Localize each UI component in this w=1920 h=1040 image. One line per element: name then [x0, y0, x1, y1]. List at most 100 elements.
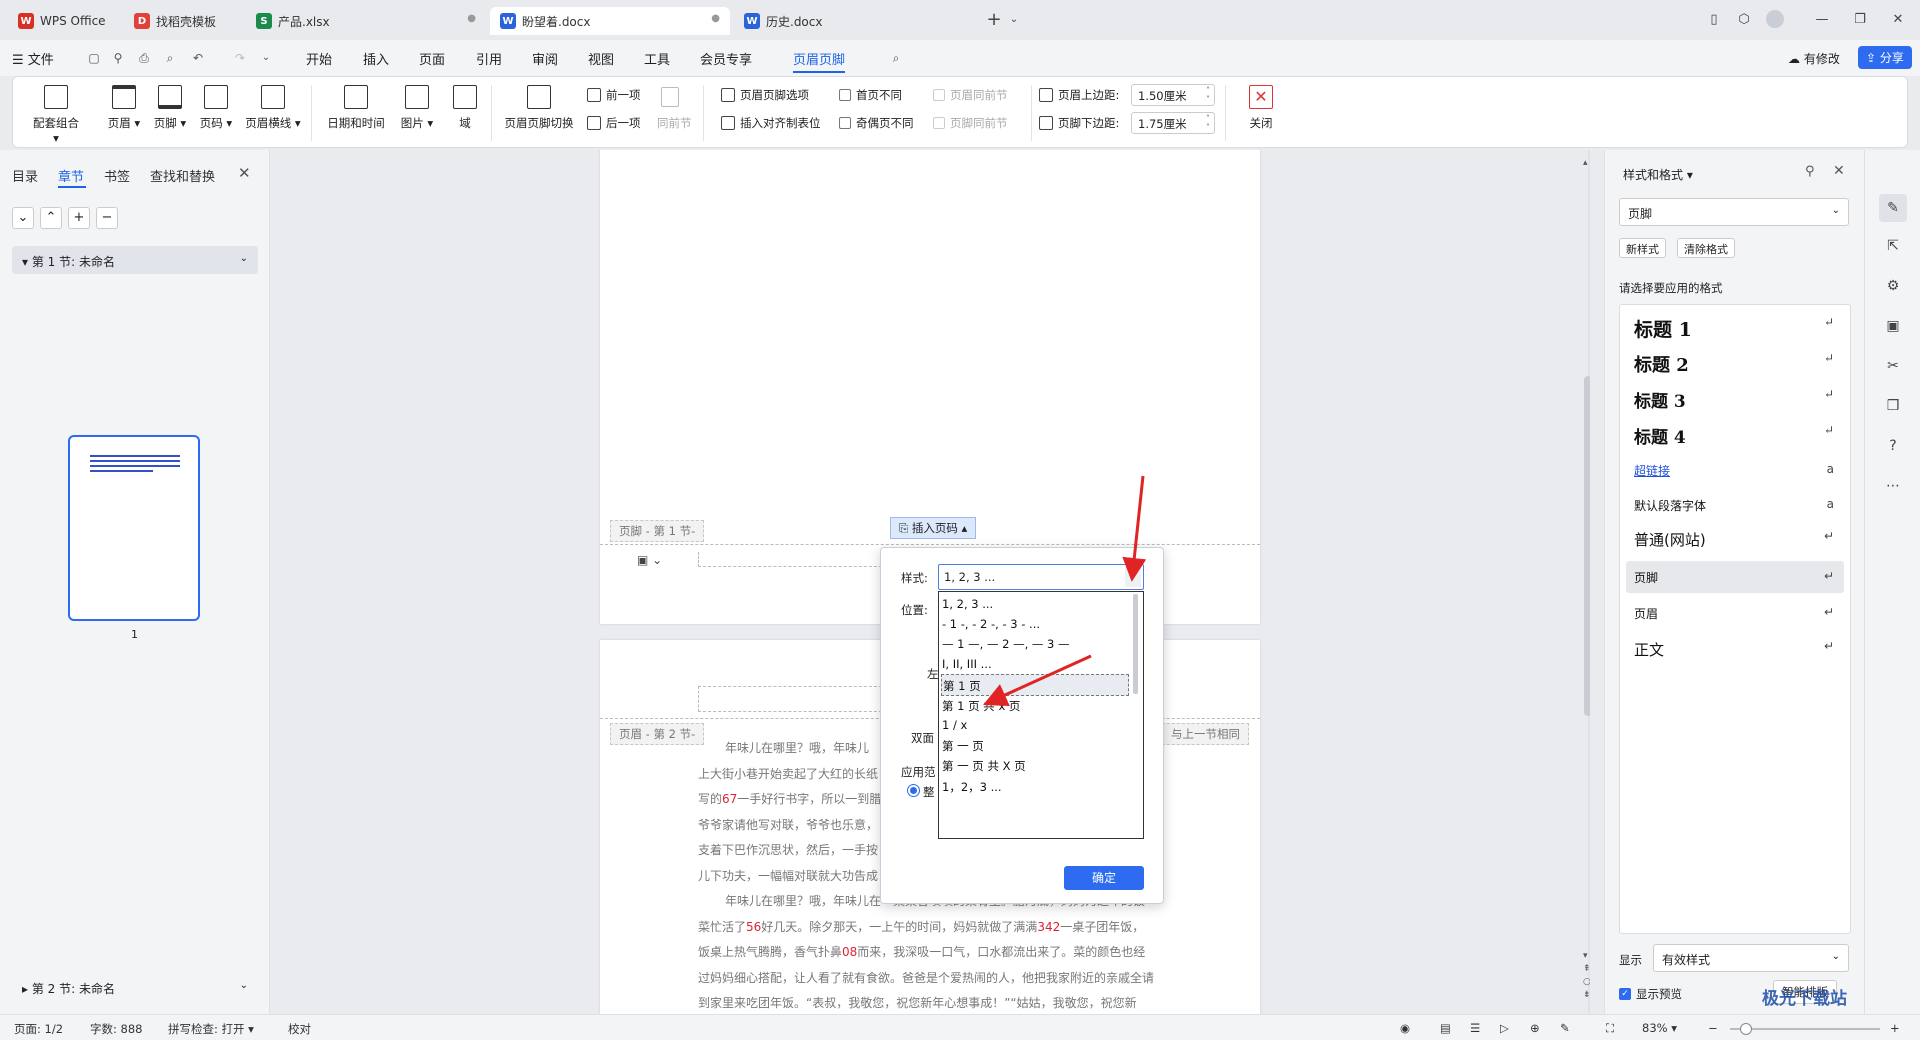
- checkbox[interactable]: [839, 117, 851, 129]
- menu-start[interactable]: 开始: [306, 49, 332, 68]
- option-emdash[interactable]: — 1 —, — 2 —, — 3 —: [941, 634, 1129, 656]
- insert-page-number-button[interactable]: ⎘ 插入页码 ▴: [890, 517, 977, 539]
- restore-icon[interactable]: ❐: [1850, 10, 1870, 30]
- tab-history-docx[interactable]: W 历史.docx: [734, 7, 974, 35]
- panel-title[interactable]: 样式和格式 ▾: [1623, 166, 1693, 183]
- more-icon[interactable]: ⋯: [1883, 476, 1903, 496]
- section-2-header[interactable]: ▸ 第 2 节: 未命名 ⌄: [12, 973, 258, 1001]
- picture-button[interactable]: 图片 ▾: [395, 85, 439, 131]
- modified-status[interactable]: ☁ 有修改: [1788, 50, 1840, 67]
- new-style-button[interactable]: 新样式: [1619, 238, 1666, 258]
- zoom-out-icon[interactable]: −: [1708, 1021, 1718, 1035]
- new-tab-icon[interactable]: +: [984, 10, 1004, 30]
- clear-format-button[interactable]: 清除格式: [1677, 238, 1735, 258]
- current-style-select[interactable]: 页脚 ⌄: [1619, 198, 1849, 226]
- select-cursor-icon[interactable]: ⇱: [1883, 236, 1903, 256]
- header-button[interactable]: 页眉 ▾: [101, 85, 147, 131]
- print-icon[interactable]: ⎙: [136, 50, 152, 66]
- tab-template[interactable]: D 找稻壳模板: [124, 7, 242, 35]
- menu-header-footer[interactable]: 页眉页脚: [793, 49, 845, 68]
- spinner-icon[interactable]: ˄ ˅: [1206, 114, 1210, 132]
- option-dash[interactable]: - 1 -, - 2 -, - 3 - ...: [941, 614, 1129, 636]
- proofread[interactable]: 校对: [288, 1021, 311, 1037]
- tools-icon[interactable]: ✂: [1883, 356, 1903, 376]
- search-icon[interactable]: ⌕: [888, 50, 904, 66]
- pin-icon[interactable]: ⚲: [1805, 164, 1815, 179]
- option-1-2-3[interactable]: 1, 2, 3 ...: [941, 594, 1129, 616]
- minimize-icon[interactable]: —: [1812, 10, 1832, 30]
- close-hf-button[interactable]: ✕ 关闭: [1241, 85, 1281, 131]
- checkbox-checked-icon[interactable]: ✓: [1619, 988, 1631, 1000]
- menu-tools[interactable]: 工具: [644, 49, 670, 68]
- whole-doc-radio[interactable]: [907, 784, 920, 797]
- chevron-down-icon[interactable]: ⌄: [240, 980, 248, 991]
- remove-section-icon[interactable]: −: [96, 207, 118, 229]
- close-panel-icon[interactable]: ✕: [1833, 163, 1845, 179]
- fit-icon[interactable]: ⛶: [1606, 1021, 1614, 1036]
- option-page-n-of-x[interactable]: 第 1 页 共 x 页: [941, 695, 1129, 717]
- header-same-prev-checkbox[interactable]: 页眉同前节: [933, 87, 1008, 103]
- file-menu[interactable]: ☰ 文件: [12, 49, 54, 68]
- menu-view[interactable]: 视图: [588, 49, 614, 68]
- style-heading-4[interactable]: 标题 4 ↵: [1634, 423, 1834, 448]
- page-number-button[interactable]: 页码 ▾: [193, 85, 239, 131]
- field-button[interactable]: 域: [445, 85, 485, 131]
- checkbox[interactable]: [933, 117, 945, 129]
- tab-dot-icon[interactable]: ●: [711, 13, 720, 24]
- prev-item-button[interactable]: 前一项: [587, 87, 641, 103]
- menu-references[interactable]: 引用: [476, 49, 502, 68]
- pen-icon[interactable]: ✎: [1560, 1021, 1570, 1035]
- outline-view-icon[interactable]: ☰: [1470, 1021, 1480, 1035]
- undo-icon[interactable]: ↶: [190, 50, 206, 66]
- next-item-button[interactable]: 后一项: [587, 115, 641, 131]
- spell-check-status[interactable]: 拼写检查: 打开 ▾: [168, 1021, 254, 1037]
- style-normal-web[interactable]: 普通(网站) ↵: [1634, 529, 1834, 550]
- avatar[interactable]: [1766, 10, 1784, 28]
- checkbox[interactable]: [933, 89, 945, 101]
- tab-wps-office[interactable]: W WPS Office: [8, 7, 120, 35]
- spinner-icon[interactable]: ˄ ˅: [1206, 86, 1210, 104]
- date-time-button[interactable]: 日期和时间: [323, 85, 389, 131]
- tab-panwangzhe-docx[interactable]: W 盼望着.docx ●: [490, 7, 730, 35]
- show-preview-checkbox[interactable]: ✓ 显示预览: [1619, 986, 1682, 1002]
- share-button[interactable]: ⇪ 分享: [1858, 46, 1912, 69]
- style-options-list[interactable]: 1, 2, 3 ... - 1 -, - 2 -, - 3 - ... — 1 …: [938, 591, 1144, 839]
- style-heading-2[interactable]: 标题 2 ↵: [1634, 351, 1834, 377]
- ok-button[interactable]: 确定: [1064, 866, 1144, 890]
- tab-list-icon[interactable]: ⌄: [1004, 10, 1024, 30]
- tab-bookmarks[interactable]: 书签: [104, 166, 130, 185]
- option-roman[interactable]: I, II, III ...: [941, 654, 1129, 676]
- scroll-up-icon[interactable]: ▴: [1583, 158, 1588, 168]
- show-filter-select[interactable]: 有效样式 ⌄: [1653, 944, 1849, 972]
- style-select[interactable]: 1, 2, 3 ... ˄: [938, 564, 1144, 590]
- list-scrollbar[interactable]: [1133, 594, 1138, 694]
- save-icon[interactable]: ▢: [86, 50, 102, 66]
- odd-even-diff-checkbox[interactable]: 奇偶页不同: [839, 115, 914, 131]
- menu-insert[interactable]: 插入: [363, 49, 389, 68]
- footer-same-prev-checkbox[interactable]: 页脚同前节: [933, 115, 1008, 131]
- collapse-up-icon[interactable]: ⌃: [40, 207, 62, 229]
- word-count[interactable]: 字数: 888: [90, 1021, 142, 1037]
- zoom-in-icon[interactable]: +: [1890, 1021, 1900, 1035]
- preview-icon[interactable]: ⌕: [162, 50, 178, 66]
- tab-sections[interactable]: 章节: [58, 166, 84, 185]
- page-view-icon[interactable]: ▤: [1440, 1021, 1451, 1035]
- menu-review[interactable]: 审阅: [532, 49, 558, 68]
- web-view-icon[interactable]: ⊕: [1530, 1021, 1540, 1035]
- footer-button[interactable]: 页脚 ▾: [147, 85, 193, 131]
- tab-dot-icon[interactable]: ●: [467, 13, 476, 24]
- close-window-icon[interactable]: ✕: [1888, 10, 1908, 30]
- close-panel-icon[interactable]: ✕: [238, 164, 251, 182]
- style-default-font[interactable]: 默认段落字体 a: [1634, 497, 1834, 514]
- eye-icon[interactable]: ◉: [1400, 1021, 1410, 1035]
- style-hyperlink[interactable]: 超链接 a: [1634, 462, 1834, 479]
- style-heading-1[interactable]: 标题 1 ↵: [1634, 315, 1834, 342]
- header-top-margin-input[interactable]: 1.50厘米 ˄ ˅: [1131, 84, 1215, 106]
- option-chinese-page-of-x[interactable]: 第 一 页 共 X 页: [941, 755, 1129, 777]
- insert-align-tab-button[interactable]: 插入对齐制表位: [721, 115, 821, 131]
- first-page-diff-checkbox[interactable]: 首页不同: [839, 87, 902, 103]
- style-header[interactable]: 页眉 ↵: [1634, 605, 1834, 622]
- redo-icon[interactable]: ↷: [232, 50, 248, 66]
- tab-product-xlsx[interactable]: S 产品.xlsx ●: [246, 7, 486, 35]
- footer-align-icon[interactable]: ▣ ⌄: [637, 553, 662, 567]
